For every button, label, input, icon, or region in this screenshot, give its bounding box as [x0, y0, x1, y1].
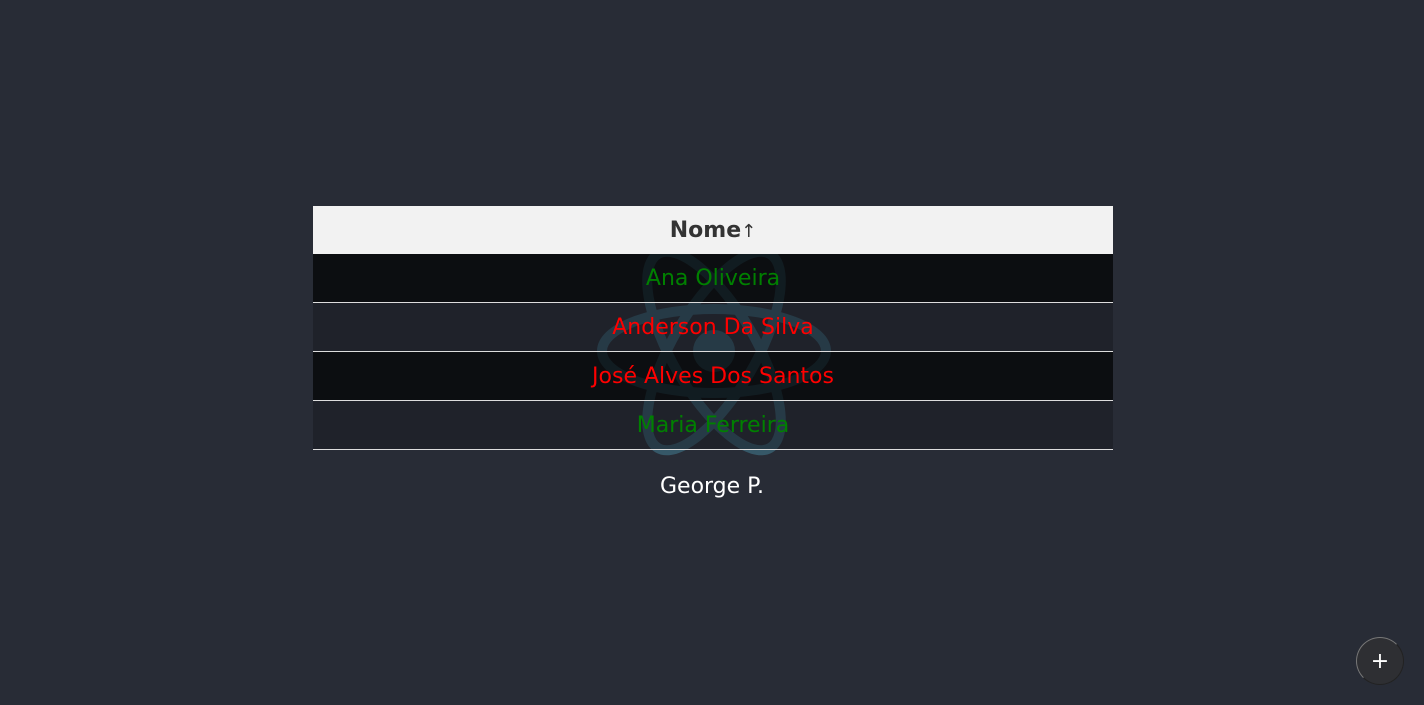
- author-signature: George P.: [659, 474, 765, 499]
- table-row: José Alves Dos Santos: [313, 351, 1113, 401]
- name-cell: Maria Ferreira: [313, 400, 1113, 450]
- names-table: Nome↑ Ana Oliveira Anderson Da Silva José …: [313, 206, 1113, 450]
- table-row: Anderson Da Silva: [313, 302, 1113, 352]
- column-header-nome[interactable]: Nome↑: [313, 206, 1113, 254]
- name-cell: José Alves Dos Santos: [313, 351, 1113, 401]
- name-cell: Ana Oliveira: [313, 254, 1113, 303]
- plus-icon: +: [1370, 648, 1390, 674]
- sort-arrow-icon: ↑: [741, 220, 757, 242]
- header-label: Nome: [669, 217, 742, 243]
- table-row: Ana Oliveira: [313, 254, 1113, 303]
- add-button[interactable]: +: [1356, 637, 1404, 685]
- name-cell: Anderson Da Silva: [313, 302, 1113, 352]
- table-row: Maria Ferreira: [313, 400, 1113, 450]
